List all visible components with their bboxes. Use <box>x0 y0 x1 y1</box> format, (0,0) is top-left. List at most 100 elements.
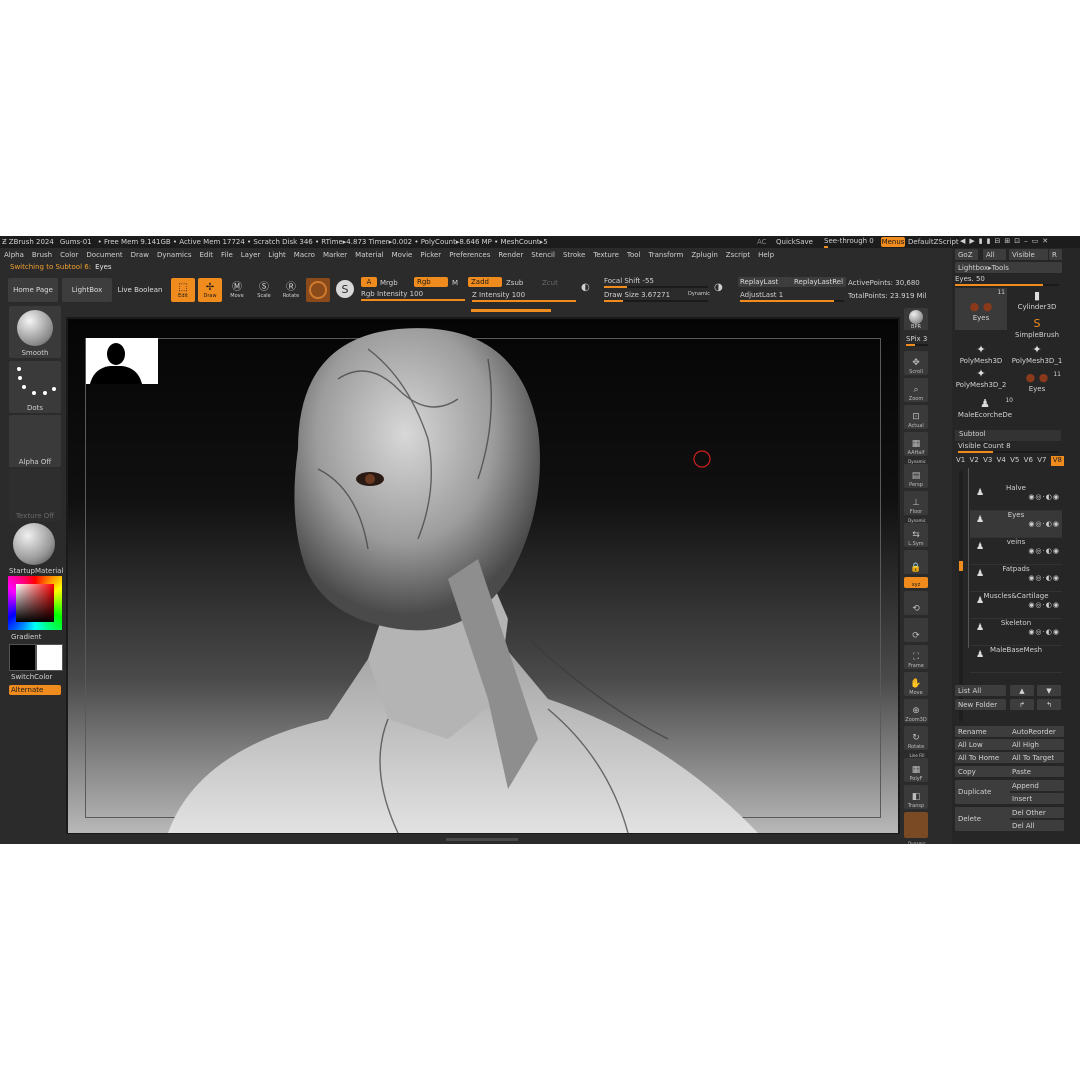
menu-movie[interactable]: Movie <box>392 251 413 259</box>
tool-thumb[interactable]: ♟ MaleEcorcheDe 10 <box>955 396 1015 419</box>
rotate-button[interactable]: ↻ Rotate <box>904 726 928 750</box>
window-control-5-icon[interactable]: – <box>1024 237 1032 245</box>
aahalf-button[interactable]: ▦ AAHalf <box>904 432 928 456</box>
subtool-toggles-icon[interactable]: ◉◎·◐◉ <box>992 574 1060 582</box>
canvas-bottom-handle[interactable] <box>446 838 518 841</box>
menu-transform[interactable]: Transform <box>649 251 684 259</box>
all-to-target-button[interactable]: All To Target <box>1009 752 1064 763</box>
lightbox-button[interactable]: LightBox <box>62 278 112 302</box>
subtool-scrollbar[interactable] <box>959 471 963 721</box>
menu-stencil[interactable]: Stencil <box>531 251 555 259</box>
menu-color[interactable]: Color <box>60 251 78 259</box>
insert-button[interactable]: Insert <box>1009 793 1064 804</box>
adjust-last-slider[interactable]: AdjustLast 1 <box>740 291 844 302</box>
menu-light[interactable]: Light <box>268 251 285 259</box>
scroll-button[interactable]: ✥ Scroll <box>904 351 928 375</box>
menu-texture[interactable]: Texture <box>593 251 619 259</box>
subtool-row[interactable]: Skeleton ◉◎·◐◉ ♟ <box>970 619 1062 646</box>
frame-button[interactable]: ⛶ Frame <box>904 645 928 669</box>
subtool-toggles-icon[interactable]: ◉◎·◐◉ <box>992 547 1060 555</box>
spix-slider[interactable]: SPix 3 <box>906 335 927 343</box>
window-control-4-icon[interactable]: ⊡ <box>1014 237 1024 245</box>
menu-help[interactable]: Help <box>758 251 774 259</box>
see-through-slider[interactable]: See-through 0 <box>824 237 874 248</box>
all-to-home-button[interactable]: All To Home <box>955 752 1010 763</box>
m-toggle[interactable]: M <box>452 279 458 287</box>
floor-button[interactable]: ⊥ Floor <box>904 491 928 515</box>
quicksave-button[interactable]: QuickSave <box>776 238 813 246</box>
xyz-button[interactable]: xyz <box>904 577 928 588</box>
menu-dynamics[interactable]: Dynamics <box>157 251 192 259</box>
menu-zplugin[interactable]: Zplugin <box>691 251 717 259</box>
menu-alpha[interactable]: Alpha <box>4 251 24 259</box>
tool-thumb[interactable]: ● ● Eyes 11 <box>1011 370 1063 394</box>
alpha-slot[interactable]: Alpha Off <box>9 415 61 467</box>
delete-button[interactable]: Delete <box>955 807 1010 831</box>
a-toggle[interactable]: A <box>361 277 377 287</box>
rotate-y-button[interactable]: ⟲ <box>904 591 928 615</box>
document-canvas[interactable] <box>68 319 898 833</box>
del-all-button[interactable]: Del All <box>1009 820 1064 831</box>
window-control-2-icon[interactable]: ⊟ <box>995 237 1005 245</box>
menu-layer[interactable]: Layer <box>241 251 261 259</box>
tool-thumb[interactable]: ✦ PolyMesh3D_1 <box>1011 342 1063 366</box>
menu-macro[interactable]: Macro <box>294 251 315 259</box>
rename-button[interactable]: Rename <box>955 726 1010 737</box>
dynamic-material-button[interactable] <box>904 812 928 838</box>
list-all-button[interactable]: List All <box>955 685 1006 696</box>
tool-thumb[interactable]: ✦ PolyMesh3D <box>955 342 1007 366</box>
lazy-mouse-icon[interactable]: ◑ <box>714 282 730 298</box>
subtool-row[interactable]: veins ◉◎·◐◉ ♟ <box>970 538 1062 565</box>
copy-button[interactable]: Copy <box>955 766 1010 777</box>
goz-r-button[interactable]: R <box>1049 249 1062 260</box>
tool-thumb[interactable]: ✦ PolyMesh3D_2 <box>955 366 1007 390</box>
rgb-intensity-slider[interactable]: Rgb Intensity 100 <box>361 290 465 301</box>
rotate-z-button[interactable]: ⟳ <box>904 618 928 642</box>
dynamic-size-toggle[interactable]: Dynamic <box>688 291 710 297</box>
subtool-row[interactable]: Eyes ◉◎·◐◉ ♟ <box>970 511 1062 538</box>
current-tool-slider[interactable]: Eyes. 50 <box>955 275 1059 286</box>
zoom-button[interactable]: ⌕ Zoom <box>904 378 928 402</box>
window-control-1-icon[interactable]: ▮▮ <box>979 237 995 245</box>
replay-last-button[interactable]: ReplayLast <box>738 277 792 287</box>
subtool-toggles-icon[interactable]: ◉◎·◐◉ <box>992 493 1060 501</box>
replay-last-rel-button[interactable]: ReplayLastRel <box>792 277 846 287</box>
version-tab-v6[interactable]: V6 <box>1024 456 1033 466</box>
subtool-header[interactable]: Subtool <box>955 430 1061 441</box>
window-control-7-icon[interactable]: ✕ <box>1042 237 1052 245</box>
brush-icon[interactable]: S <box>336 280 354 298</box>
all-high-button[interactable]: All High <box>1009 739 1064 750</box>
alternate-toggle[interactable]: Alternate <box>9 685 61 695</box>
main-color-swatch[interactable] <box>9 644 36 671</box>
persp-button[interactable]: ▤ Persp <box>904 464 928 488</box>
rotate-mode-button[interactable]: Ⓡ Rotate <box>280 278 302 302</box>
menu-render[interactable]: Render <box>498 251 523 259</box>
zoom3d-button[interactable]: ⊕ Zoom3D <box>904 699 928 723</box>
visible-count-slider[interactable]: Visible Count 8 <box>958 442 1058 453</box>
zadd-toggle[interactable]: Zadd <box>468 277 502 287</box>
move-down-arrow-icon[interactable]: ▼ <box>1037 685 1061 696</box>
scale-mode-button[interactable]: Ⓢ Scale <box>253 278 275 302</box>
subtool-row[interactable]: Fatpads ◉◎·◐◉ ♟ <box>970 565 1062 592</box>
version-tab-v1[interactable]: V1 <box>956 456 965 466</box>
lightbox-tools-button[interactable]: Lightbox▸Tools <box>955 262 1062 273</box>
menu-preferences[interactable]: Preferences <box>449 251 490 259</box>
switch-color-button[interactable]: SwitchColor <box>11 673 52 681</box>
version-tab-v4[interactable]: V4 <box>997 456 1006 466</box>
window-control-0-icon[interactable]: ◀▶ <box>960 237 979 245</box>
zsub-toggle[interactable]: Zsub <box>506 279 523 287</box>
version-tab-v3[interactable]: V3 <box>983 456 992 466</box>
merge-left-arrow-icon[interactable]: ↰ <box>1037 699 1061 710</box>
menu-edit[interactable]: Edit <box>199 251 213 259</box>
version-tab-v2[interactable]: V2 <box>970 456 979 466</box>
lock-button[interactable]: 🔒 <box>904 550 928 574</box>
z-intensity-slider[interactable]: Z Intensity 100 <box>472 291 576 302</box>
live-boolean-button[interactable]: Live Boolean <box>115 278 165 302</box>
rgb-toggle[interactable]: Rgb <box>414 277 448 287</box>
version-tab-v8[interactable]: V8 <box>1050 456 1064 466</box>
subtool-toggles-icon[interactable]: ◉◎·◐◉ <box>992 601 1060 609</box>
menu-stroke[interactable]: Stroke <box>563 251 585 259</box>
polyf-button[interactable]: ▦ PolyF <box>904 758 928 782</box>
append-button[interactable]: Append <box>1009 780 1064 791</box>
auto-reorder-button[interactable]: AutoReorder <box>1009 726 1064 737</box>
